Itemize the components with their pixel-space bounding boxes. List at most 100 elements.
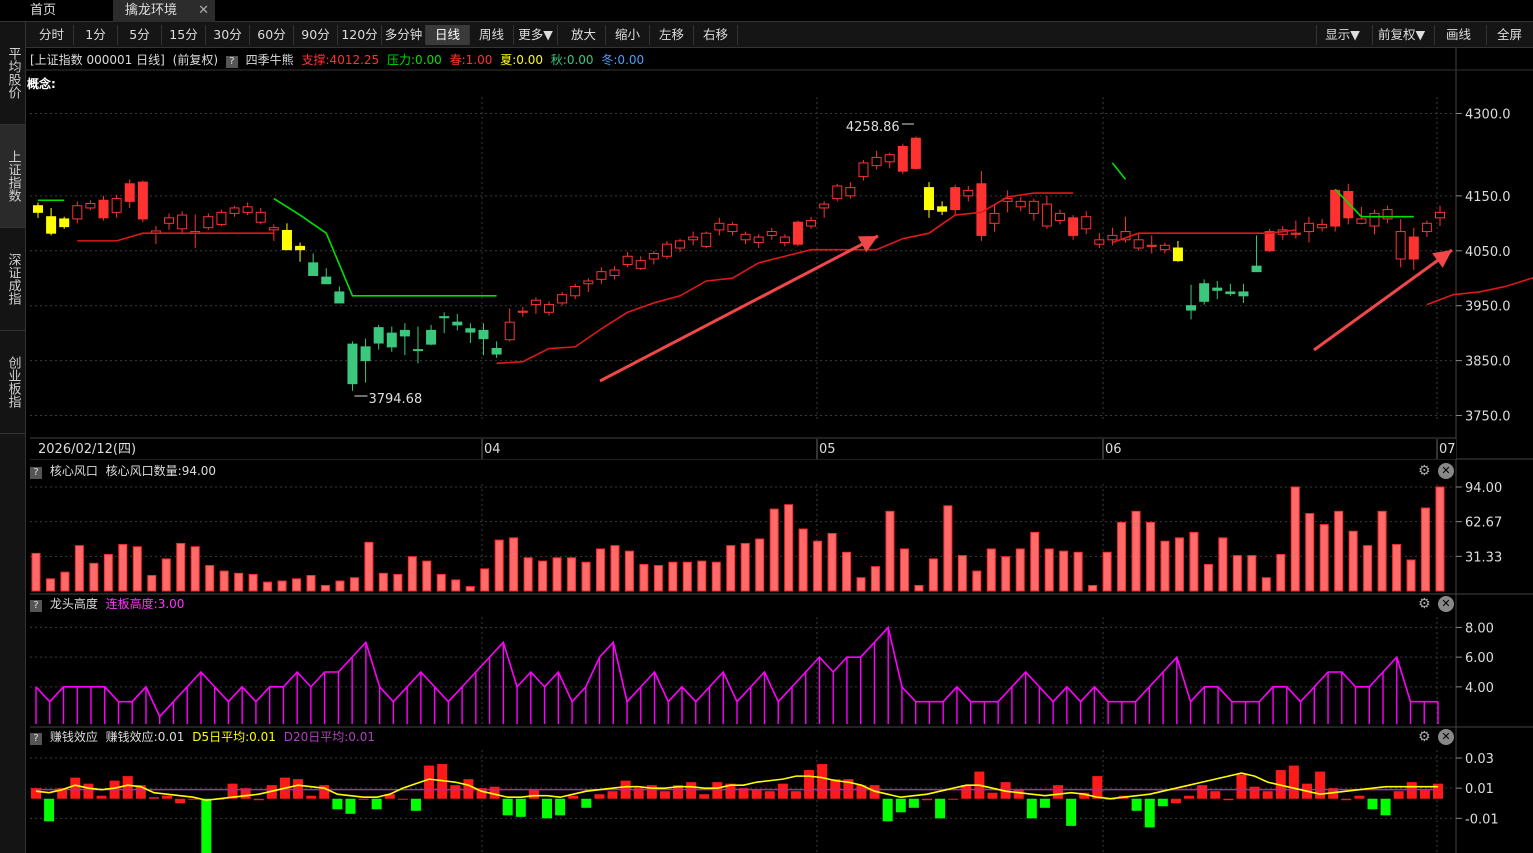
panel2-close-icon[interactable]: ✕ — [1438, 463, 1454, 479]
bar — [798, 528, 808, 592]
help-icon[interactable]: ? — [30, 600, 42, 612]
period-button-7[interactable]: 120分 — [338, 25, 382, 45]
close-icon[interactable]: ✕ — [198, 0, 209, 22]
pressure-line — [273, 197, 497, 297]
panel3-gear-icon[interactable]: ⚙ — [1418, 596, 1431, 612]
bar — [60, 571, 70, 592]
bar — [1117, 521, 1127, 592]
bar — [1232, 555, 1242, 592]
effect-bar — [345, 798, 356, 814]
sidebar-item-gem-index[interactable]: 创业板指 — [0, 331, 25, 434]
bar — [1015, 548, 1025, 592]
effect-bar — [895, 798, 906, 813]
bar — [219, 570, 229, 592]
candle-body — [596, 271, 607, 280]
help-icon[interactable]: ? — [30, 733, 42, 745]
bar — [552, 557, 562, 592]
period-button-0[interactable]: 分时 — [30, 25, 74, 45]
bar — [523, 557, 533, 592]
bar — [928, 558, 938, 592]
candle-body — [963, 189, 974, 197]
bar — [1059, 550, 1069, 592]
period-button-1[interactable]: 1分 — [74, 25, 118, 45]
pressure-value: 压力:0.00 — [387, 53, 442, 67]
candle-body — [72, 205, 83, 220]
candle-body — [937, 206, 948, 212]
sidebar-item-sh-index[interactable]: 上证指数 — [0, 125, 25, 228]
toolbar-right-button-1[interactable]: 前复权▼ — [1372, 25, 1430, 45]
panel2-gear-icon[interactable]: ⚙ — [1418, 463, 1431, 479]
candle-body — [806, 220, 817, 227]
candle-body — [46, 216, 57, 234]
support-value: 支撑:4012.25 — [301, 53, 380, 67]
bar — [1247, 555, 1257, 592]
help-icon[interactable]: ? — [225, 56, 238, 68]
period-button-9[interactable]: 日线 — [426, 25, 470, 45]
tab-active[interactable]: 擒龙环境 ✕ — [113, 0, 215, 22]
sidebar-item-sz-index[interactable]: 深证成指 — [0, 228, 25, 331]
bar — [349, 577, 359, 592]
chart-area[interactable]: 4300.0 4150.0 4050.0 3950.0 3850.0 3750.0 4258… — [0, 0, 1533, 853]
effect-bar — [1433, 783, 1443, 799]
effect-bar — [1341, 798, 1352, 801]
tab-home[interactable]: 首页 — [18, 0, 68, 22]
panel4-gear-icon[interactable]: ⚙ — [1418, 729, 1431, 745]
effect-bar — [1406, 782, 1417, 799]
panel4-close-icon[interactable]: ✕ — [1438, 729, 1454, 745]
effect-bar — [162, 795, 173, 799]
bar — [943, 505, 953, 592]
period-button-3[interactable]: 15分 — [162, 25, 206, 45]
effect-bar — [122, 776, 133, 799]
candle-body — [1172, 247, 1183, 262]
effect-bar — [699, 794, 710, 799]
effect-bar — [214, 798, 225, 800]
bar — [957, 555, 967, 592]
panel2-series: 核心风口数量:94.00 — [105, 464, 217, 478]
bar — [364, 541, 374, 592]
candle-body — [295, 245, 306, 251]
period-button-2[interactable]: 5分 — [118, 25, 162, 45]
period-button-11[interactable]: 更多▼ — [514, 25, 558, 45]
period-button-5[interactable]: 60分 — [250, 25, 294, 45]
candle-body — [989, 212, 1000, 224]
toolbar-right-button-2[interactable]: 画线 — [1434, 25, 1482, 45]
effect-bar — [790, 791, 801, 799]
effect-bar — [1236, 774, 1247, 799]
date-label-month: 07 — [1439, 442, 1456, 457]
candle-body — [910, 137, 921, 169]
bar — [248, 573, 258, 592]
bar — [1435, 486, 1445, 592]
bar — [118, 544, 128, 592]
bar — [668, 561, 678, 592]
period-button-14[interactable]: 左移 — [650, 25, 694, 45]
support-line — [77, 232, 274, 242]
candle-body — [648, 253, 659, 260]
effect-bar — [751, 789, 762, 799]
bar — [1261, 577, 1271, 592]
bar — [465, 586, 475, 592]
period-button-6[interactable]: 90分 — [294, 25, 338, 45]
bar — [161, 558, 171, 592]
panel3-close-icon[interactable]: ✕ — [1438, 596, 1454, 612]
toolbar-right-button-0[interactable]: 显示▼ — [1316, 25, 1368, 45]
candle-body — [360, 346, 371, 362]
period-button-12[interactable]: 放大 — [562, 25, 606, 45]
tab-active-label: 擒龙环境 — [125, 3, 178, 18]
effect-bar — [240, 788, 251, 799]
effect-bar — [135, 785, 146, 799]
candle-body — [976, 183, 987, 236]
period-button-13[interactable]: 缩小 — [606, 25, 650, 45]
candle-body — [1356, 218, 1367, 224]
period-button-8[interactable]: 多分钟 — [382, 25, 426, 45]
period-button-15[interactable]: 右移 — [694, 25, 738, 45]
help-icon[interactable]: ? — [30, 467, 42, 479]
sidebar-item-avg-price[interactable]: 平均股价 — [0, 22, 25, 125]
period-button-4[interactable]: 30分 — [206, 25, 250, 45]
candle-body — [622, 255, 633, 266]
bar — [1044, 548, 1054, 592]
panel3-title: 龙头高度 — [49, 597, 98, 611]
candle-body — [609, 269, 620, 276]
period-button-10[interactable]: 周线 — [470, 25, 514, 45]
toolbar-right-button-3[interactable]: 全屏 — [1486, 25, 1532, 45]
effect-bar — [463, 779, 474, 799]
